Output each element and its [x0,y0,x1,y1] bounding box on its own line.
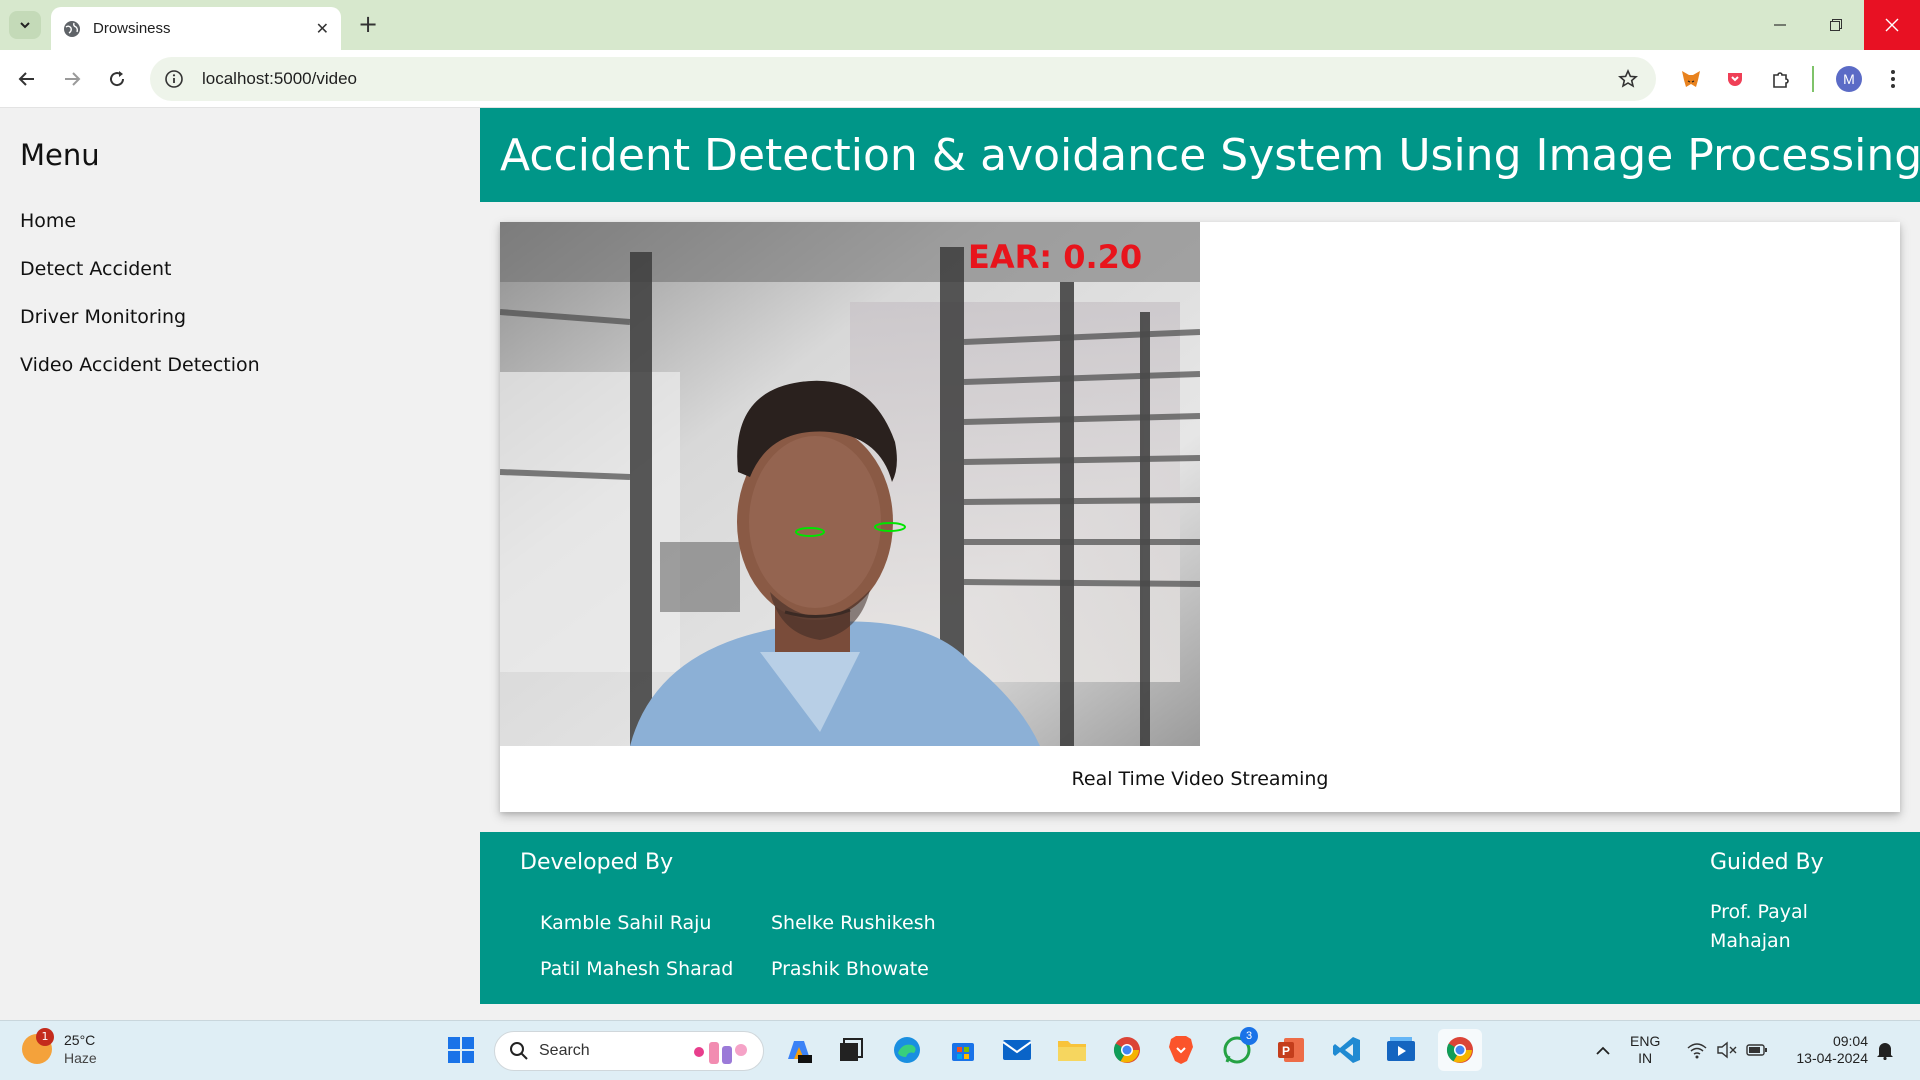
windows-logo-icon [448,1037,474,1063]
language-indicator[interactable]: ENG IN [1630,1033,1660,1067]
forward-button[interactable] [55,62,89,96]
developer-name: Kamble Sahil Raju [540,912,712,934]
page-footer: Developed By Kamble Sahil Raju Shelke Ru… [480,832,1920,1004]
copilot-taskbar-icon[interactable] [782,1033,816,1067]
sidebar-item-home[interactable]: Home [20,210,76,232]
ear-overlay-text: EAR: 0.20 [968,238,1142,276]
metamask-extension-icon[interactable] [1676,64,1706,94]
wifi-icon[interactable] [1680,1033,1714,1067]
sidebar: Menu Home Detect Accident Driver Monitor… [0,108,480,1020]
video-stream: EAR: 0.20 [500,222,1200,746]
clock[interactable]: 09:04 13-04-2024 [1782,1033,1868,1067]
close-window-button[interactable] [1864,0,1920,50]
developer-name: Shelke Rushikesh [771,912,936,934]
start-button[interactable] [444,1033,478,1067]
restore-button[interactable] [1808,0,1864,50]
whatsapp-badge: 3 [1240,1027,1258,1045]
minimize-icon [1774,24,1786,26]
show-hidden-icons-chevron-icon[interactable] [1586,1033,1620,1067]
new-tab-button[interactable]: + [353,10,383,40]
webcam-frame-image: EAR: 0.20 [500,222,1200,746]
windows-taskbar: 1 25°C Haze Search 3 P ENG IN 09:04 13-0… [0,1020,1920,1080]
developed-by-heading: Developed By [520,850,674,875]
mail-icon[interactable] [1000,1033,1034,1067]
video-card: EAR: 0.20 Real Time Video Streaming [500,222,1900,812]
tab-title: Drowsiness [93,20,171,37]
guide-name: Prof. Payal Mahajan [1710,901,1808,952]
toolbar-divider [1812,66,1814,92]
chrome-profile-active-icon[interactable] [1438,1029,1482,1071]
chevron-down-icon [20,22,30,29]
page-title: Accident Detection & avoidance System Us… [500,130,1920,181]
clock-time: 09:04 [1832,1033,1868,1049]
reload-button[interactable] [100,62,134,96]
svg-text:P: P [1282,1044,1290,1058]
back-button[interactable] [10,62,44,96]
globe-icon [64,20,80,37]
developer-name: Prashik Bhowate [771,958,929,980]
guided-by-heading: Guided By [1710,850,1824,875]
sidebar-item-detect-accident[interactable]: Detect Accident [20,258,171,280]
tab-search-button[interactable] [9,11,41,39]
microsoft-store-icon[interactable] [946,1033,980,1067]
browser-tabstrip: Drowsiness ✕ + [0,0,1920,50]
task-view-icon[interactable] [834,1033,868,1067]
chrome-icon[interactable] [1110,1033,1144,1067]
sidebar-item-video-accident-detection[interactable]: Video Accident Detection [20,354,260,376]
search-label: Search [539,1042,590,1059]
battery-icon[interactable] [1740,1033,1774,1067]
sidebar-title: Menu [20,138,100,172]
clock-date: 13-04-2024 [1796,1050,1868,1066]
site-info-icon[interactable] [164,69,184,89]
profile-avatar[interactable]: M [1836,66,1862,92]
weather-temperature: 25°C [64,1032,96,1048]
powerpoint-icon[interactable]: P [1274,1033,1308,1067]
search-icon [510,1042,528,1060]
browser-menu-icon[interactable] [1878,64,1908,94]
weather-widget[interactable]: 1 25°C Haze [22,1028,97,1067]
sidebar-item-driver-monitoring[interactable]: Driver Monitoring [20,306,186,328]
reload-icon [110,71,125,87]
edge-browser-icon[interactable] [890,1033,924,1067]
brave-browser-icon[interactable] [1164,1033,1198,1067]
vscode-icon[interactable] [1330,1033,1364,1067]
file-explorer-icon[interactable] [1055,1033,1089,1067]
taskbar-search-box[interactable]: Search [494,1031,764,1071]
close-tab-icon[interactable]: ✕ [316,19,329,38]
notification-bell-icon[interactable] [1868,1033,1902,1067]
minimize-button[interactable] [1752,0,1808,50]
url-text: localhost:5000/video [202,69,358,88]
whatsapp-icon[interactable]: 3 [1220,1027,1258,1067]
bookmark-star-icon[interactable] [1618,69,1638,89]
address-bar[interactable]: localhost:5000/video [150,57,1656,101]
media-player-icon[interactable] [1384,1033,1418,1067]
restore-icon [1830,19,1842,31]
browser-toolbar: localhost:5000/video [0,50,1920,108]
speaker-muted-icon[interactable] [1710,1033,1744,1067]
close-icon [1885,18,1899,32]
weather-description: Haze [64,1050,97,1066]
language-label: ENG [1630,1033,1661,1049]
extensions-puzzle-icon[interactable] [1766,64,1796,94]
weather-sun-icon: 1 [22,1028,54,1064]
arrow-left-icon [18,72,34,86]
arrow-right-icon [65,72,81,86]
weather-badge: 1 [36,1028,54,1046]
page-header: Accident Detection & avoidance System Us… [480,108,1920,202]
developer-name: Patil Mahesh Sharad [540,958,734,980]
region-label: IN [1638,1050,1653,1066]
search-highlight-icon [694,1042,747,1064]
video-caption: Real Time Video Streaming [1071,768,1329,790]
browser-tab[interactable]: Drowsiness ✕ [51,7,341,50]
pocket-extension-icon[interactable] [1720,64,1750,94]
